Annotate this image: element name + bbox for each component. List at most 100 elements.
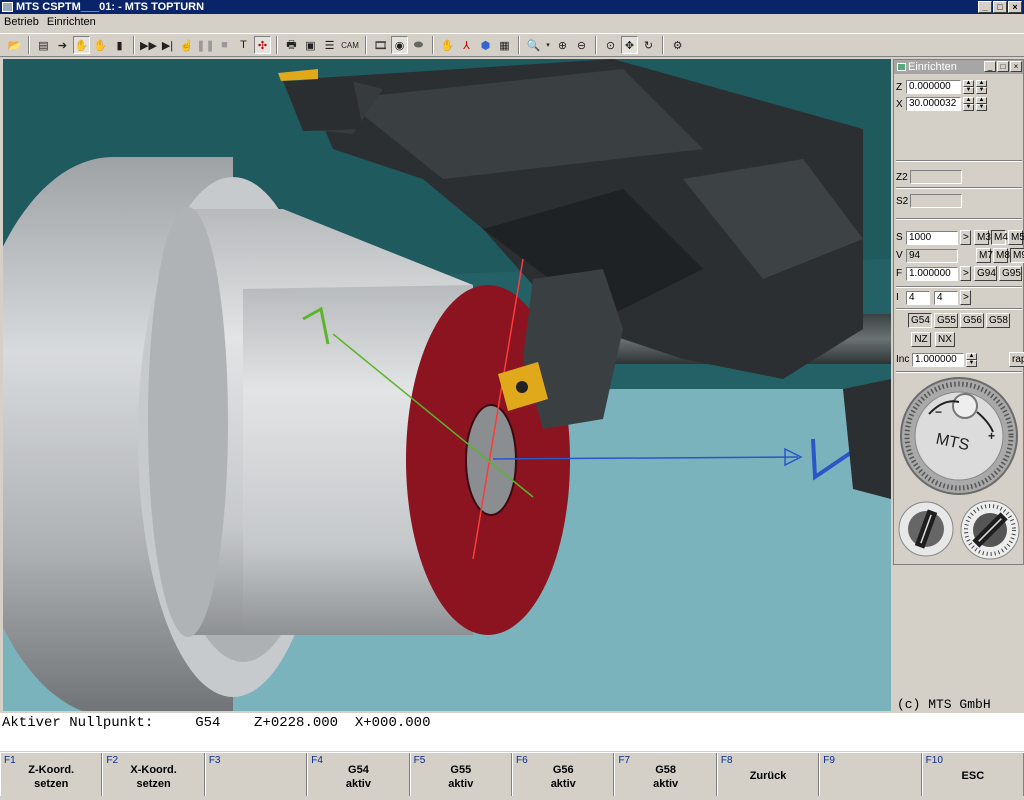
hand-wheel-icon[interactable]: ✋: [92, 36, 109, 54]
z2-label: Z2: [896, 171, 908, 183]
x-field[interactable]: 30.000032: [906, 97, 961, 111]
rap-button[interactable]: rap: [1009, 352, 1024, 367]
z-spinner[interactable]: ▲ ▼: [963, 80, 974, 94]
print-icon[interactable]: 🖶: [283, 36, 300, 54]
f7-button[interactable]: F7 G58 aktiv: [614, 753, 717, 796]
layers-icon[interactable]: ▦: [496, 36, 513, 54]
panel-minimize-button[interactable]: _: [984, 61, 996, 72]
settings-icon[interactable]: ⚙: [669, 36, 686, 54]
minimize-button[interactable]: _: [978, 1, 992, 13]
panel-maximize-button[interactable]: □: [997, 61, 1009, 72]
z-fine-spinner[interactable]: ▲ ▼: [976, 80, 987, 94]
m8-button[interactable]: M8: [993, 248, 1010, 263]
zoom-window-icon[interactable]: 🔍: [525, 36, 542, 54]
override-knob[interactable]: [960, 500, 1020, 560]
s-field[interactable]: 1000: [906, 230, 958, 245]
f5-button[interactable]: F5 G55 aktiv: [409, 753, 513, 796]
grip-icon[interactable]: ✋: [439, 36, 456, 54]
f4-button[interactable]: F4 G54 aktiv: [307, 753, 410, 796]
v-field: 94: [906, 248, 958, 263]
f10-button[interactable]: F10 ESC: [921, 753, 1024, 796]
open-folder-icon[interactable]: 📂: [6, 36, 23, 54]
handwheel-dial[interactable]: − + MTS: [899, 376, 1019, 496]
tool-icon[interactable]: ▮: [111, 36, 128, 54]
m9-button[interactable]: M9: [1010, 248, 1024, 263]
film-icon[interactable]: 🎞: [372, 36, 389, 54]
axes-icon[interactable]: ✣: [254, 36, 271, 54]
zoom-in-icon[interactable]: ⊕: [554, 36, 571, 54]
pan-icon[interactable]: ✥: [621, 36, 638, 54]
cam-icon[interactable]: CAM: [340, 36, 360, 54]
hand-icon[interactable]: ✋: [73, 36, 90, 54]
solid-icon[interactable]: ⬬: [410, 36, 427, 54]
inc-field[interactable]: 1.000000: [912, 352, 964, 367]
nz-button[interactable]: NZ: [911, 332, 931, 347]
close-button[interactable]: ×: [1008, 1, 1022, 13]
f-field[interactable]: 1.000000: [906, 266, 958, 281]
i-arrow-button[interactable]: >: [960, 290, 971, 305]
g94-button[interactable]: G94: [974, 266, 997, 281]
m3-button[interactable]: M3: [974, 230, 991, 245]
menu-einrichten[interactable]: Einrichten: [47, 14, 96, 30]
dial-plus: +: [988, 429, 995, 443]
f8-button[interactable]: F8 Zurück: [716, 753, 820, 796]
f6-button[interactable]: F6 G56 aktiv: [512, 753, 615, 796]
f3-button[interactable]: F3: [204, 753, 308, 796]
frame-icon[interactable]: ▣: [302, 36, 319, 54]
x-spinner[interactable]: ▲ ▼: [963, 97, 974, 111]
g54-button[interactable]: G54: [908, 313, 932, 328]
document-icon[interactable]: ▤: [35, 36, 52, 54]
list-icon[interactable]: ☰: [321, 36, 338, 54]
pause-icon[interactable]: ❚❚: [196, 36, 214, 54]
stop-icon[interactable]: ■: [216, 36, 233, 54]
g56-button[interactable]: G56: [960, 313, 984, 328]
z-field[interactable]: 0.000000: [906, 80, 961, 94]
cube-icon[interactable]: ⬢: [477, 36, 494, 54]
axis-selector-knob[interactable]: [897, 500, 955, 558]
rotate-icon[interactable]: ↻: [640, 36, 657, 54]
x-label: X: [896, 98, 903, 110]
zoom-fit-icon[interactable]: ⊙: [602, 36, 619, 54]
f1-button[interactable]: F1 Z-Koord. setzen: [0, 753, 103, 796]
i-field-1[interactable]: 4: [906, 290, 930, 305]
zoom-dropdown-icon[interactable]: ▾: [544, 36, 552, 54]
step-in-icon[interactable]: ➔: [54, 36, 71, 54]
x-fine-spinner[interactable]: ▲ ▼: [976, 97, 987, 111]
run-icon[interactable]: ▶▶: [140, 36, 157, 54]
toolbar: 📂 ▤ ➔ ✋ ✋ ▮ ▶▶ ▶| ☝ ❚❚ ■ T ✣ 🖶 ▣ ☰ CAM 🎞…: [0, 33, 1024, 57]
i-field-2[interactable]: 4: [934, 290, 958, 305]
f9-button[interactable]: F9: [819, 753, 922, 796]
nx-button[interactable]: NX: [935, 332, 955, 347]
inc-spinner[interactable]: ▲ ▼: [966, 352, 977, 367]
s-arrow-button[interactable]: >: [960, 230, 971, 245]
m4-button[interactable]: M4: [991, 230, 1008, 245]
zoom-out-icon[interactable]: ⊖: [573, 36, 590, 54]
panel-title: Einrichten: [908, 61, 957, 73]
lathe-scene: [3, 59, 891, 711]
g58-button[interactable]: G58: [986, 313, 1010, 328]
text-tool-icon[interactable]: T: [235, 36, 252, 54]
status-bar: Aktiver Nullpunkt: G54 Z+0228.000 X+000.…: [0, 713, 1024, 751]
g55-button[interactable]: G55: [934, 313, 958, 328]
m7-button[interactable]: M7: [976, 248, 993, 263]
inc-label: Inc: [896, 354, 910, 365]
maximize-button[interactable]: □: [993, 1, 1007, 13]
menu-betrieb[interactable]: Betrieb: [4, 14, 39, 30]
f-label: F: [896, 268, 903, 279]
camera-icon[interactable]: ◉: [391, 36, 408, 54]
single-step-icon[interactable]: ▶|: [159, 36, 176, 54]
f2-button[interactable]: F2 X-Koord. setzen: [102, 753, 205, 796]
z2-field[interactable]: [910, 170, 962, 184]
panel-close-button[interactable]: ×: [1010, 61, 1022, 72]
dial-minus: −: [935, 405, 942, 419]
panel-icon: [897, 63, 906, 71]
s2-label: S2: [896, 195, 909, 207]
3d-viewport[interactable]: [3, 59, 891, 711]
f-arrow-button[interactable]: >: [960, 266, 971, 281]
m5-button[interactable]: M5: [1008, 230, 1024, 245]
g95-button[interactable]: G95: [999, 266, 1022, 281]
s2-field[interactable]: [910, 194, 962, 208]
i-label: I: [896, 292, 899, 303]
step-hand-icon[interactable]: ☝: [178, 36, 195, 54]
coordinate-icon[interactable]: ⅄: [458, 36, 475, 54]
